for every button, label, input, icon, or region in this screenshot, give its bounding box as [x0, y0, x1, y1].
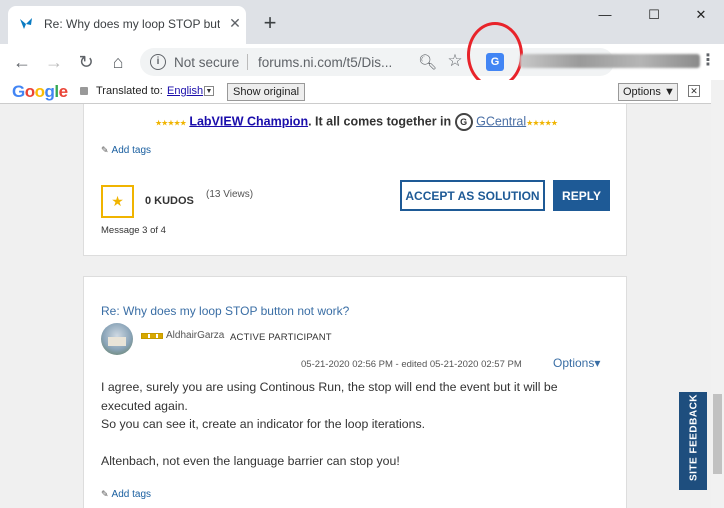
window-close-button[interactable]: ✕	[686, 4, 716, 26]
language-link[interactable]: English	[167, 85, 203, 97]
body-paragraph: Altenbach, not even the language barrier…	[101, 453, 400, 468]
scrollbar-thumb[interactable]	[713, 394, 722, 474]
zoom-icon[interactable]: 🔍︎	[418, 53, 437, 71]
security-status[interactable]: Not secure	[174, 55, 239, 70]
stars-icon: ★★★★★	[526, 118, 558, 128]
body-paragraph: So you can see it, create an indicator f…	[101, 417, 426, 431]
avatar[interactable]	[101, 323, 133, 355]
translate-options-button[interactable]: Options ▼	[618, 83, 678, 101]
author-name[interactable]: AldhairGarza	[166, 330, 224, 341]
info-icon[interactable]: i	[150, 54, 166, 70]
rank-icon	[141, 333, 163, 339]
message-card: ★★★★★ LabVIEW Champion. It all comes tog…	[83, 104, 627, 256]
back-button[interactable]: ←	[10, 50, 34, 74]
post-dates: 05-21-2020 02:56 PM - edited 05-21-2020 …	[301, 359, 522, 370]
google-logo: Google	[12, 82, 68, 101]
chevron-down-icon[interactable]: ▼	[204, 86, 214, 96]
minimize-button[interactable]: —	[590, 4, 620, 26]
reload-button[interactable]: ↻	[74, 50, 98, 74]
url-text[interactable]: forums.ni.com/t5/Dis...	[258, 55, 392, 70]
kudo-star-button[interactable]: ★	[101, 185, 134, 218]
site-feedback-button[interactable]: SITE FEEDBACK	[679, 392, 707, 490]
gcentral-logo-icon: G	[454, 113, 473, 131]
message-number: Message 3 of 4	[101, 225, 166, 236]
post-options-menu[interactable]: Options▾	[553, 356, 600, 370]
page-scrollbar[interactable]	[711, 80, 724, 508]
stars-icon: ★★★★★	[154, 118, 187, 128]
lock-icon	[80, 87, 88, 95]
gcentral-link[interactable]: GCentral	[476, 114, 526, 128]
champion-link[interactable]: LabVIEW Champion	[189, 114, 308, 128]
title-bar: Re: Why does my loop STOP butt ✕ + — ☐ ✕	[0, 0, 724, 44]
views-count: (13 Views)	[206, 189, 254, 200]
forum-page: ★★★★★ LabVIEW Champion. It all comes tog…	[0, 104, 711, 508]
star-icon: ★	[111, 193, 124, 209]
maximize-button[interactable]: ☐	[639, 4, 669, 26]
pencil-icon: ✎	[101, 489, 109, 499]
body-paragraph	[101, 434, 601, 452]
kudos-count: 0 KUDOS	[145, 195, 194, 207]
annotation-red-circle	[467, 22, 523, 88]
translate-bar: Google Translated to: English ▼ Show ori…	[0, 80, 711, 104]
post-title-link[interactable]: Re: Why does my loop STOP button not wor…	[101, 304, 349, 318]
body-paragraph: I agree, surely you are using Continous …	[101, 380, 558, 413]
accept-as-solution-button[interactable]: ACCEPT AS SOLUTION	[400, 180, 545, 211]
redacted-extensions	[520, 54, 700, 68]
signature-text: . It all comes together in	[308, 114, 455, 129]
reply-button[interactable]: REPLY	[553, 180, 610, 211]
post-body: I agree, surely you are using Continous …	[101, 378, 601, 470]
forward-button[interactable]: →	[42, 50, 66, 74]
add-tags-link[interactable]: ✎ Add tags	[101, 145, 151, 156]
new-tab-button[interactable]: +	[258, 12, 282, 36]
pencil-icon: ✎	[101, 145, 109, 155]
translated-to-label: Translated to:	[96, 85, 163, 97]
message-card: Re: Why does my loop STOP button not wor…	[83, 276, 627, 508]
close-icon[interactable]: ✕	[688, 85, 700, 97]
menu-dots-icon[interactable]: ⋮	[700, 50, 716, 72]
home-button[interactable]: ⌂	[106, 50, 130, 74]
browser-tab[interactable]: Re: Why does my loop STOP butt ✕	[8, 6, 246, 44]
ni-logo-icon	[20, 18, 32, 29]
add-tags-link[interactable]: ✎ Add tags	[101, 489, 151, 500]
tab-title: Re: Why does my loop STOP butt	[44, 17, 220, 31]
url-divider	[247, 54, 248, 70]
bookmark-star-icon[interactable]: ☆	[446, 51, 464, 71]
close-icon[interactable]: ✕	[226, 14, 244, 32]
author-rank: ACTIVE PARTICIPANT	[230, 332, 332, 343]
signature: ★★★★★ LabVIEW Champion. It all comes tog…	[84, 113, 628, 131]
show-original-button[interactable]: Show original	[227, 83, 306, 101]
